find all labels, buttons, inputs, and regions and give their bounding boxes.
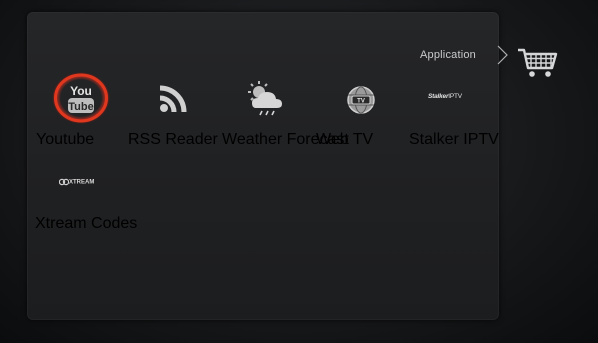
tab-arrow-icon	[497, 45, 508, 65]
stalker-logo-text: Stalker	[428, 93, 449, 100]
web-tv-icon: TV	[347, 86, 375, 114]
shopping-cart-icon[interactable]	[516, 46, 560, 80]
weather-icon	[248, 81, 282, 116]
svg-text:Tube: Tube	[68, 101, 93, 113]
svg-text:TV: TV	[357, 99, 365, 105]
youtube-icon: You Tube	[68, 84, 94, 113]
xtream-logo-text: XTREAM	[69, 179, 95, 186]
xtream-emblem-icon	[59, 178, 69, 186]
app-label-rss-reader: RSS Reader	[128, 131, 218, 148]
stalker-logo-iptv: IPTV	[448, 93, 462, 100]
xtream-codes-icon: XTREAM	[59, 178, 109, 188]
app-label-xtream-codes: Xtream Codes	[35, 215, 138, 232]
rss-icon	[159, 85, 187, 113]
svg-text:You: You	[70, 84, 92, 98]
app-label-youtube: Youtube	[36, 131, 95, 148]
section-title: Application	[419, 49, 476, 61]
app-label-web-tv: Web TV	[316, 131, 374, 148]
screen: Application You Tube Youtube RSS Reader …	[0, 0, 598, 343]
stalker-iptv-icon: StalkerIPTV	[428, 93, 480, 105]
app-label-stalker-iptv: Stalker IPTV	[409, 131, 499, 148]
